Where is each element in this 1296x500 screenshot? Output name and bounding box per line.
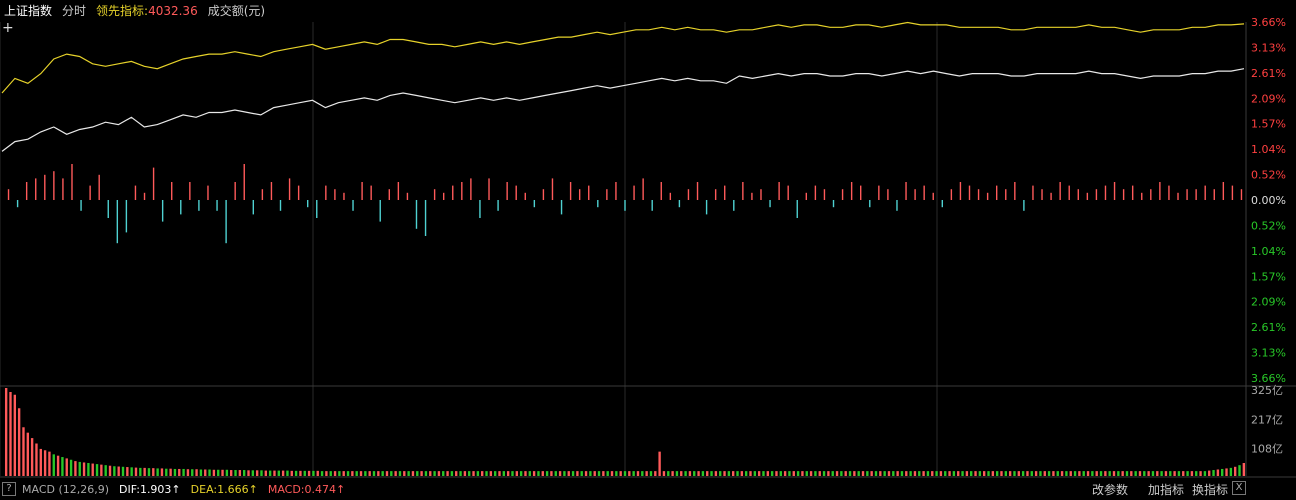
help-icon[interactable]: ? xyxy=(2,482,16,496)
crosshair-plus-icon[interactable]: + xyxy=(2,20,14,36)
switch-indicator-button[interactable]: 换指标 xyxy=(1192,481,1228,498)
volume-axis-label-2: 108亿 xyxy=(1251,443,1283,456)
chart-header: 上证指数 分时 领先指标:4032.36 成交额(元) xyxy=(0,0,1296,20)
change-params-button[interactable]: 改参数 xyxy=(1092,481,1128,498)
macd-label[interactable]: MACD (12,26,9) xyxy=(22,483,109,496)
y-axis-label-down-1: 1.04% xyxy=(1251,245,1286,258)
dea-value: DEA:1.666↑ xyxy=(190,482,258,496)
volume-label: 成交额(元) xyxy=(207,3,266,18)
y-axis-label-up-1: 3.13% xyxy=(1251,41,1286,54)
macd-value: MACD:0.474↑ xyxy=(267,482,346,496)
y-axis-label-down-5: 3.13% xyxy=(1251,347,1286,360)
y-axis-label-up-4: 1.57% xyxy=(1251,118,1286,131)
volume-axis-label-1: 217亿 xyxy=(1251,413,1283,426)
mode-label[interactable]: 分时 xyxy=(62,2,86,19)
volume-axis-label-0: 325亿 xyxy=(1251,384,1283,397)
lead-label: 领先指标: xyxy=(96,3,149,18)
y-axis-label-up-6: 0.52% xyxy=(1251,169,1286,182)
indicator-bar: ? MACD (12,26,9) DIF:1.903↑ DEA:1.666↑ M… xyxy=(0,478,1296,500)
y-axis-label-zero: 0.00% xyxy=(1251,194,1286,207)
y-axis-label-up-3: 2.09% xyxy=(1251,92,1286,105)
index-name[interactable]: 上证指数 xyxy=(4,2,52,19)
add-indicator-button[interactable]: 加指标 xyxy=(1148,481,1184,498)
lead-value: 4032.36 xyxy=(148,3,198,18)
y-axis-label-down-0: 0.52% xyxy=(1251,219,1286,232)
y-axis-label-up-2: 2.61% xyxy=(1251,67,1286,80)
lead-indicator-line xyxy=(1,21,1245,94)
index-price-line xyxy=(1,68,1245,152)
y-axis-label-down-4: 2.61% xyxy=(1251,321,1286,334)
y-axis-label-down-2: 1.57% xyxy=(1251,270,1286,283)
y-axis-label-down-3: 2.09% xyxy=(1251,296,1286,309)
intraday-chart[interactable]: 3.66%3.13%2.61%2.09%1.57%1.04%0.52%0.00%… xyxy=(0,0,1296,500)
lead-indicator: 领先指标:4032.36 xyxy=(96,2,198,19)
y-axis-label-up-5: 1.04% xyxy=(1251,143,1286,156)
dif-value: DIF:1.903↑ xyxy=(119,482,181,496)
close-icon[interactable]: X xyxy=(1232,481,1246,495)
